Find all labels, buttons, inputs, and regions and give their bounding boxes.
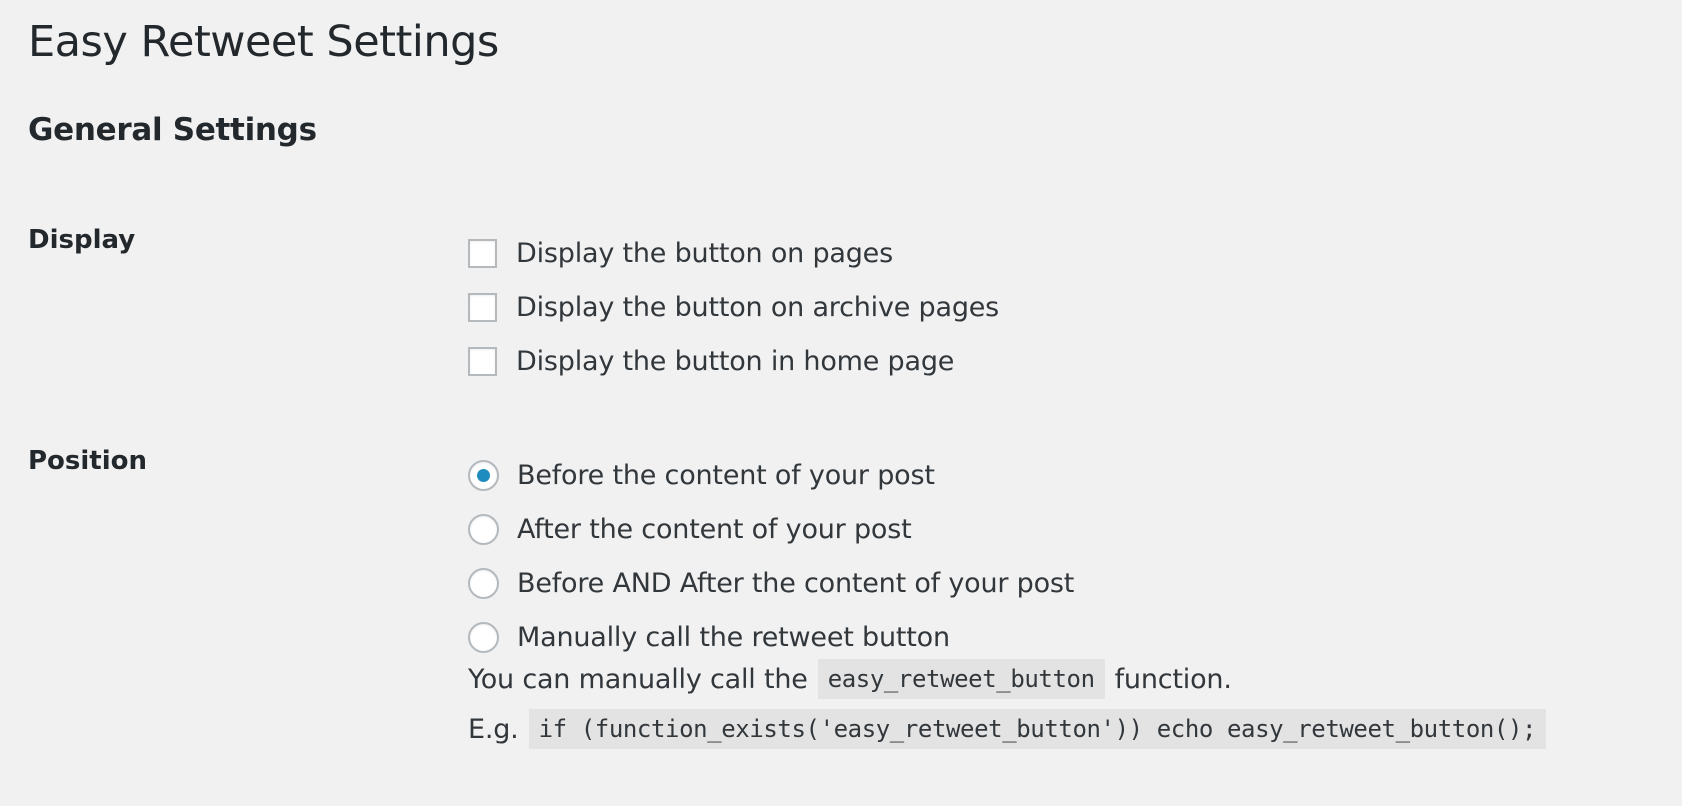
display-options: Display the button on pages Display the …: [468, 226, 999, 388]
display-on-pages-checkbox[interactable]: [468, 238, 497, 268]
position-before-radio[interactable]: [468, 459, 499, 491]
position-both-radio[interactable]: [468, 567, 499, 599]
display-on-home-checkbox[interactable]: [468, 346, 497, 376]
example-code: if (function_exists('easy_retweet_button…: [528, 709, 1547, 749]
position-manual-label: Manually call the retweet button: [517, 621, 950, 653]
display-label: Display: [28, 225, 136, 255]
position-after-radio[interactable]: [468, 513, 499, 545]
example-prefix: E.g.: [468, 713, 519, 745]
position-before-option[interactable]: Before the content of your post: [468, 448, 1074, 502]
position-options: Before the content of your post After th…: [468, 448, 1074, 664]
display-on-archive-option[interactable]: Display the button on archive pages: [468, 280, 999, 334]
section-title: General Settings: [28, 112, 317, 148]
display-on-home-option[interactable]: Display the button in home page: [468, 334, 999, 388]
position-both-label: Before AND After the content of your pos…: [517, 567, 1075, 599]
position-manual-radio[interactable]: [468, 621, 499, 653]
manual-call-help: You can manually call the easy_retweet_b…: [468, 656, 1232, 702]
display-on-home-label: Display the button in home page: [516, 345, 955, 377]
position-label: Position: [28, 446, 148, 476]
function-name-code: easy_retweet_button: [817, 659, 1105, 699]
position-after-option[interactable]: After the content of your post: [468, 502, 1074, 556]
display-on-pages-option[interactable]: Display the button on pages: [468, 226, 999, 280]
position-both-option[interactable]: Before AND After the content of your pos…: [468, 556, 1074, 610]
example-help: E.g. if (function_exists('easy_retweet_b…: [468, 706, 1547, 752]
page-title: Easy Retweet Settings: [28, 17, 499, 67]
display-on-archive-label: Display the button on archive pages: [516, 291, 1000, 323]
help-suffix: function.: [1114, 663, 1232, 695]
help-prefix: You can manually call the: [468, 663, 808, 695]
position-after-label: After the content of your post: [517, 513, 912, 545]
display-on-archive-checkbox[interactable]: [468, 292, 497, 322]
position-before-label: Before the content of your post: [517, 459, 935, 491]
display-on-pages-label: Display the button on pages: [516, 237, 893, 269]
